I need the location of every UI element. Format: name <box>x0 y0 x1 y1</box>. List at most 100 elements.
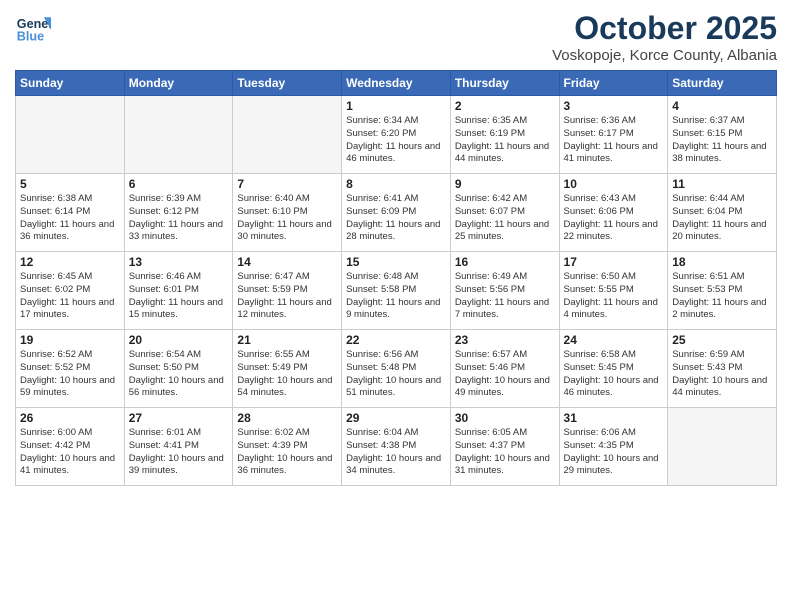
calendar-cell: 29 Sunrise: 6:04 AM Sunset: 4:38 PM Dayli… <box>342 408 451 486</box>
calendar-cell: 1 Sunrise: 6:34 AM Sunset: 6:20 PM Daylig… <box>342 96 451 174</box>
calendar-cell: 16 Sunrise: 6:49 AM Sunset: 5:56 PM Dayli… <box>450 252 559 330</box>
day-number: 29 <box>346 411 446 425</box>
day-info: Sunrise: 6:40 AM Sunset: 6:10 PM Dayligh… <box>237 193 337 244</box>
day-number: 19 <box>20 333 120 347</box>
week-row-3: 19Sunrise: 6:52 AM Sunset: 5:52 PM Dayli… <box>16 330 777 408</box>
calendar-cell: 30 Sunrise: 6:05 AM Sunset: 4:37 PM Dayli… <box>450 408 559 486</box>
day-info: Sunrise: 6:47 AM Sunset: 5:59 PM Dayligh… <box>237 271 337 322</box>
calendar-cell: 25 Sunrise: 6:59 AM Sunset: 5:43 PM Dayli… <box>668 330 777 408</box>
calendar-cell: 23 Sunrise: 6:57 AM Sunset: 5:46 PM Dayli… <box>450 330 559 408</box>
day-number: 13 <box>129 255 229 269</box>
day-number: 31 <box>564 411 664 425</box>
day-info: Sunrise: 6:49 AM Sunset: 5:56 PM Dayligh… <box>455 271 555 322</box>
main-container: General Blue October 2025 Voskopoje, Kor… <box>0 0 792 496</box>
day-info: Sunrise: 6:50 AM Sunset: 5:55 PM Dayligh… <box>564 271 664 322</box>
day-number: 10 <box>564 177 664 191</box>
day-number: 14 <box>237 255 337 269</box>
day-number: 2 <box>455 99 555 113</box>
calendar-cell: 12Sunrise: 6:45 AM Sunset: 6:02 PM Dayli… <box>16 252 125 330</box>
calendar-cell: 27 Sunrise: 6:01 AM Sunset: 4:41 PM Dayli… <box>124 408 233 486</box>
day-info: Sunrise: 6:39 AM Sunset: 6:12 PM Dayligh… <box>129 193 229 244</box>
day-info: Sunrise: 6:35 AM Sunset: 6:19 PM Dayligh… <box>455 115 555 166</box>
day-number: 17 <box>564 255 664 269</box>
weekday-header-thursday: Thursday <box>450 71 559 96</box>
day-number: 22 <box>346 333 446 347</box>
week-row-2: 12Sunrise: 6:45 AM Sunset: 6:02 PM Dayli… <box>16 252 777 330</box>
calendar-cell: 21Sunrise: 6:55 AM Sunset: 5:49 PM Dayli… <box>233 330 342 408</box>
calendar-cell: 15 Sunrise: 6:48 AM Sunset: 5:58 PM Dayli… <box>342 252 451 330</box>
week-row-0: 1 Sunrise: 6:34 AM Sunset: 6:20 PM Daylig… <box>16 96 777 174</box>
day-info: Sunrise: 6:02 AM Sunset: 4:39 PM Dayligh… <box>237 427 337 478</box>
weekday-header-sunday: Sunday <box>16 71 125 96</box>
day-number: 5 <box>20 177 120 191</box>
day-number: 20 <box>129 333 229 347</box>
weekday-header-friday: Friday <box>559 71 668 96</box>
calendar-cell: 17 Sunrise: 6:50 AM Sunset: 5:55 PM Dayli… <box>559 252 668 330</box>
day-info: Sunrise: 6:43 AM Sunset: 6:06 PM Dayligh… <box>564 193 664 244</box>
day-info: Sunrise: 6:41 AM Sunset: 6:09 PM Dayligh… <box>346 193 446 244</box>
day-number: 26 <box>20 411 120 425</box>
calendar-cell: 10 Sunrise: 6:43 AM Sunset: 6:06 PM Dayli… <box>559 174 668 252</box>
day-info: Sunrise: 6:44 AM Sunset: 6:04 PM Dayligh… <box>672 193 772 244</box>
header: General Blue October 2025 Voskopoje, Kor… <box>15 10 777 64</box>
day-number: 1 <box>346 99 446 113</box>
day-number: 18 <box>672 255 772 269</box>
day-info: Sunrise: 6:04 AM Sunset: 4:38 PM Dayligh… <box>346 427 446 478</box>
day-number: 24 <box>564 333 664 347</box>
day-number: 30 <box>455 411 555 425</box>
day-number: 11 <box>672 177 772 191</box>
svg-text:Blue: Blue <box>17 30 44 44</box>
day-info: Sunrise: 6:56 AM Sunset: 5:48 PM Dayligh… <box>346 349 446 400</box>
calendar-cell: 4Sunrise: 6:37 AM Sunset: 6:15 PM Daylig… <box>668 96 777 174</box>
calendar-cell: 26 Sunrise: 6:00 AM Sunset: 4:42 PM Dayli… <box>16 408 125 486</box>
calendar-table: SundayMondayTuesdayWednesdayThursdayFrid… <box>15 70 777 486</box>
day-info: Sunrise: 6:01 AM Sunset: 4:41 PM Dayligh… <box>129 427 229 478</box>
calendar-cell <box>233 96 342 174</box>
calendar-cell: 9Sunrise: 6:42 AM Sunset: 6:07 PM Daylig… <box>450 174 559 252</box>
weekday-header-tuesday: Tuesday <box>233 71 342 96</box>
day-number: 27 <box>129 411 229 425</box>
day-info: Sunrise: 6:59 AM Sunset: 5:43 PM Dayligh… <box>672 349 772 400</box>
day-number: 8 <box>346 177 446 191</box>
day-info: Sunrise: 6:51 AM Sunset: 5:53 PM Dayligh… <box>672 271 772 322</box>
calendar-cell: 28 Sunrise: 6:02 AM Sunset: 4:39 PM Dayli… <box>233 408 342 486</box>
day-info: Sunrise: 6:48 AM Sunset: 5:58 PM Dayligh… <box>346 271 446 322</box>
calendar-cell: 7Sunrise: 6:40 AM Sunset: 6:10 PM Daylig… <box>233 174 342 252</box>
location: Voskopoje, Korce County, Albania <box>552 47 777 64</box>
day-number: 25 <box>672 333 772 347</box>
day-info: Sunrise: 6:57 AM Sunset: 5:46 PM Dayligh… <box>455 349 555 400</box>
calendar-cell: 11 Sunrise: 6:44 AM Sunset: 6:04 PM Dayli… <box>668 174 777 252</box>
calendar-cell <box>124 96 233 174</box>
day-info: Sunrise: 6:05 AM Sunset: 4:37 PM Dayligh… <box>455 427 555 478</box>
day-number: 28 <box>237 411 337 425</box>
day-number: 6 <box>129 177 229 191</box>
weekday-header-wednesday: Wednesday <box>342 71 451 96</box>
day-info: Sunrise: 6:00 AM Sunset: 4:42 PM Dayligh… <box>20 427 120 478</box>
day-info: Sunrise: 6:36 AM Sunset: 6:17 PM Dayligh… <box>564 115 664 166</box>
day-number: 3 <box>564 99 664 113</box>
calendar-cell: 2 Sunrise: 6:35 AM Sunset: 6:19 PM Daylig… <box>450 96 559 174</box>
weekday-header-monday: Monday <box>124 71 233 96</box>
calendar-cell: 8 Sunrise: 6:41 AM Sunset: 6:09 PM Daylig… <box>342 174 451 252</box>
day-info: Sunrise: 6:58 AM Sunset: 5:45 PM Dayligh… <box>564 349 664 400</box>
day-info: Sunrise: 6:06 AM Sunset: 4:35 PM Dayligh… <box>564 427 664 478</box>
month-title: October 2025 <box>552 10 777 47</box>
calendar-cell <box>16 96 125 174</box>
day-info: Sunrise: 6:34 AM Sunset: 6:20 PM Dayligh… <box>346 115 446 166</box>
calendar-cell: 19Sunrise: 6:52 AM Sunset: 5:52 PM Dayli… <box>16 330 125 408</box>
calendar-cell: 22 Sunrise: 6:56 AM Sunset: 5:48 PM Dayli… <box>342 330 451 408</box>
calendar-cell: 20Sunrise: 6:54 AM Sunset: 5:50 PM Dayli… <box>124 330 233 408</box>
week-row-4: 26 Sunrise: 6:00 AM Sunset: 4:42 PM Dayli… <box>16 408 777 486</box>
calendar-cell: 24 Sunrise: 6:58 AM Sunset: 5:45 PM Dayli… <box>559 330 668 408</box>
weekday-header-saturday: Saturday <box>668 71 777 96</box>
day-number: 23 <box>455 333 555 347</box>
day-info: Sunrise: 6:42 AM Sunset: 6:07 PM Dayligh… <box>455 193 555 244</box>
calendar-cell: 6 Sunrise: 6:39 AM Sunset: 6:12 PM Daylig… <box>124 174 233 252</box>
day-info: Sunrise: 6:37 AM Sunset: 6:15 PM Dayligh… <box>672 115 772 166</box>
logo: General Blue <box>15 10 51 46</box>
day-number: 15 <box>346 255 446 269</box>
title-block: October 2025 Voskopoje, Korce County, Al… <box>552 10 777 64</box>
day-number: 16 <box>455 255 555 269</box>
day-info: Sunrise: 6:55 AM Sunset: 5:49 PM Dayligh… <box>237 349 337 400</box>
day-info: Sunrise: 6:38 AM Sunset: 6:14 PM Dayligh… <box>20 193 120 244</box>
